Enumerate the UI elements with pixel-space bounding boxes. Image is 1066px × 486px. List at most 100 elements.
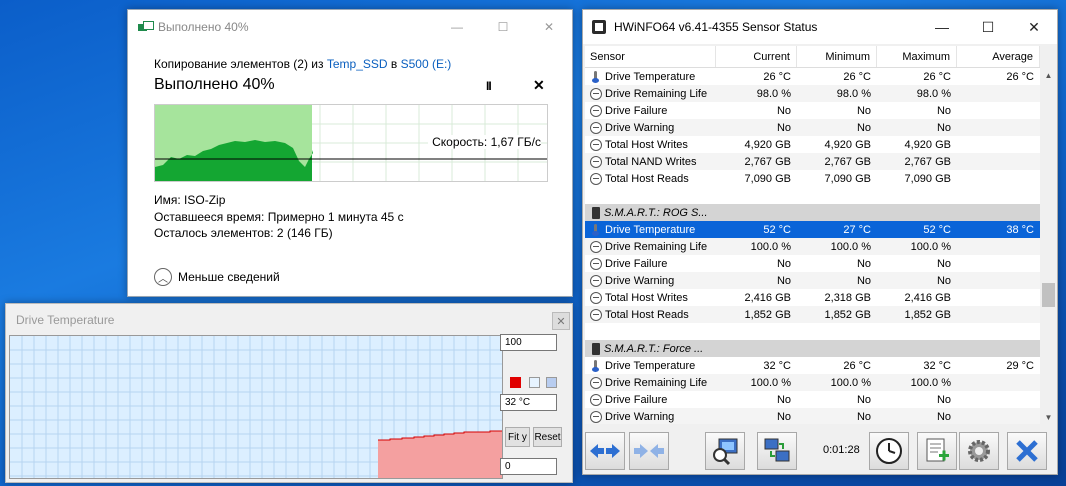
copy-titlebar[interactable]: Выполнено 40% — ☐ ✕ — [128, 10, 572, 44]
table-spacer — [585, 323, 1040, 340]
sensor-average-value — [957, 306, 1040, 323]
sensor-row[interactable]: Drive Failure No No No — [585, 255, 1040, 272]
cancel-button[interactable]: ✕ — [533, 77, 545, 94]
hw-minimize-button[interactable]: — — [919, 10, 965, 44]
clock-button[interactable] — [869, 432, 909, 470]
graph-max-field[interactable]: 100 — [500, 334, 557, 351]
sensor-name: Drive Temperature — [605, 359, 696, 372]
sensor-row[interactable]: Total Host Reads 7,090 GB 7,090 GB 7,090 GB — [585, 170, 1040, 187]
sensor-maximum-value: No — [936, 274, 951, 287]
hwinfo-titlebar[interactable]: HWiNFO64 v6.41-4355 Sensor Status — ☐ ✕ — [583, 10, 1057, 44]
sensor-minimum-value: 1,852 GB — [824, 308, 871, 321]
sensor-maximum-value: 7,090 GB — [904, 172, 951, 185]
source-link[interactable]: Temp_SSD — [327, 57, 388, 71]
sensor-name: Drive Temperature — [605, 70, 696, 83]
expand-button[interactable] — [585, 432, 625, 470]
sensor-current-value: 2,767 GB — [744, 155, 791, 168]
sensor-row[interactable]: Drive Temperature 52 °C 27 °C 52 °C 38 °C — [585, 221, 1040, 238]
chevron-up-icon: ︿ — [154, 268, 172, 286]
sensor-row[interactable]: Total Host Writes 4,920 GB 4,920 GB 4,920 G… — [585, 136, 1040, 153]
sensor-average-value — [957, 408, 1040, 424]
sensor-minimum-value: No — [856, 393, 871, 406]
pause-button[interactable]: II — [486, 79, 492, 93]
collapse-button[interactable] — [629, 432, 669, 470]
network-button[interactable] — [757, 432, 797, 470]
hw-close-button[interactable]: ✕ — [1011, 10, 1057, 44]
sensor-average-value — [957, 119, 1040, 136]
sensor-row[interactable]: Drive Warning No No No — [585, 272, 1040, 289]
less-details-button[interactable]: ︿ Меньше сведений — [154, 268, 280, 286]
sensor-maximum-value: 4,920 GB — [904, 138, 951, 151]
sensor-average-value: 29 °C — [1006, 359, 1034, 372]
scroll-thumb[interactable] — [1042, 283, 1055, 307]
fit-y-button[interactable]: Fit y — [505, 427, 530, 447]
minimize-button[interactable]: — — [434, 10, 480, 44]
sensor-group-row[interactable]: S.M.A.R.T.: Force ... — [585, 340, 1040, 357]
sensor-circle-icon — [590, 155, 602, 168]
sensor-current-value: No — [776, 410, 791, 423]
drive-chip-icon — [592, 342, 600, 355]
graph-min-field[interactable]: 0 — [500, 458, 557, 475]
sensor-row[interactable]: Drive Temperature 32 °C 26 °C 32 °C 29 °C — [585, 357, 1040, 374]
line-color-swatch[interactable] — [510, 377, 521, 388]
sensor-row[interactable]: Drive Remaining Life 100.0 % 100.0 % 100.0 … — [585, 374, 1040, 391]
copy-line-prefix: Копирование элементов (2) из — [154, 57, 324, 71]
sensor-current-value: 98.0 % — [756, 87, 791, 100]
graph-close-button[interactable]: ✕ — [552, 312, 570, 330]
col-sensor[interactable]: Sensor — [585, 46, 716, 67]
sensor-row[interactable]: Total NAND Writes 2,767 GB 2,767 GB 2,767 G… — [585, 153, 1040, 170]
sensor-row[interactable]: Drive Remaining Life 98.0 % 98.0 % 98.0 % — [585, 85, 1040, 102]
group-label: S.M.A.R.T.: Force ... — [604, 342, 704, 355]
hw-maximize-button[interactable]: ☐ — [965, 10, 1011, 44]
sensor-name: Total Host Reads — [605, 308, 689, 321]
col-current[interactable]: Current — [716, 46, 797, 67]
sensor-maximum-value: No — [936, 104, 951, 117]
sensor-row[interactable]: Total Host Writes 2,416 GB 2,318 GB 2,416 G… — [585, 289, 1040, 306]
hwinfo-app-icon — [592, 20, 606, 34]
sensor-minimum-value: 4,920 GB — [824, 138, 871, 151]
sensor-scrollbar[interactable]: ▲ ▼ — [1040, 68, 1057, 424]
gear-icon — [968, 440, 990, 462]
temperature-area — [378, 431, 502, 478]
table-spacer — [585, 187, 1040, 204]
logging-button[interactable] — [917, 432, 957, 470]
sensor-name: Drive Remaining Life — [605, 240, 708, 253]
close-button[interactable]: ✕ — [526, 10, 572, 44]
sensor-row[interactable]: Drive Temperature 26 °C 26 °C 26 °C 26 °C — [585, 68, 1040, 85]
sensor-average-value — [957, 272, 1040, 289]
sensor-group-row[interactable]: S.M.A.R.T.: ROG S... — [585, 204, 1040, 221]
col-average[interactable]: Average — [957, 46, 1040, 67]
sensor-maximum-value: 26 °C — [923, 70, 951, 83]
sensor-row[interactable]: Drive Warning No No No — [585, 119, 1040, 136]
sensor-current-value: 26 °C — [763, 70, 791, 83]
sensor-row[interactable]: Drive Warning No No No — [585, 408, 1040, 424]
exit-button[interactable] — [1007, 432, 1047, 470]
hwinfo-window: HWiNFO64 v6.41-4355 Sensor Status — ☐ ✕ … — [582, 9, 1058, 475]
less-details-label: Меньше сведений — [178, 270, 280, 284]
sensor-row[interactable]: Drive Failure No No No — [585, 391, 1040, 408]
sensor-maximum-value: 2,416 GB — [904, 291, 951, 304]
sensor-settings-button[interactable] — [705, 432, 745, 470]
col-minimum[interactable]: Minimum — [797, 46, 877, 67]
sensor-minimum-value: 98.0 % — [836, 87, 871, 100]
sensor-circle-icon — [590, 257, 602, 270]
sensor-maximum-value: 100.0 % — [910, 240, 951, 253]
scroll-up-icon[interactable]: ▲ — [1040, 68, 1057, 82]
sensor-row[interactable]: Total Host Reads 1,852 GB 1,852 GB 1,852 GB — [585, 306, 1040, 323]
background-color-swatch[interactable] — [529, 377, 540, 388]
sensor-maximum-value: No — [936, 393, 951, 406]
sensor-row[interactable]: Drive Remaining Life 100.0 % 100.0 % 100.0 … — [585, 238, 1040, 255]
expand-arrows-icon — [590, 444, 620, 458]
sensor-current-value: No — [776, 393, 791, 406]
reset-button[interactable]: Reset — [533, 427, 562, 447]
settings-button[interactable] — [959, 432, 999, 470]
sensor-minimum-value: 2,318 GB — [824, 291, 871, 304]
scroll-down-icon[interactable]: ▼ — [1040, 410, 1057, 424]
sensor-row[interactable]: Drive Failure No No No — [585, 102, 1040, 119]
sensor-circle-icon — [590, 274, 602, 287]
destination-link[interactable]: S500 (E:) — [401, 57, 452, 71]
maximize-button[interactable]: ☐ — [480, 10, 526, 44]
copy-window-title: Выполнено 40% — [158, 20, 249, 34]
col-maximum[interactable]: Maximum — [877, 46, 957, 67]
grid-color-swatch[interactable] — [546, 377, 557, 388]
